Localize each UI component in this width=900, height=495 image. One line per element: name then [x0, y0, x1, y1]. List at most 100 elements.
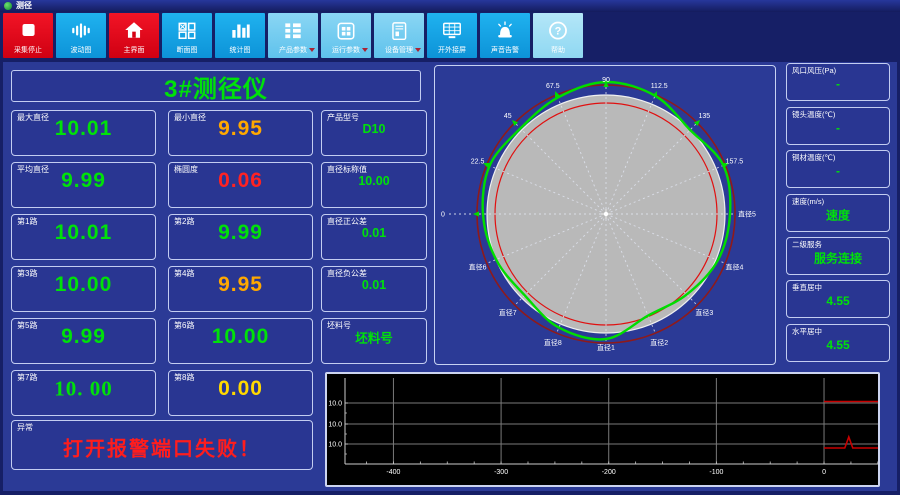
status-panel-copper-temperature: 铜材温度(℃) - — [786, 150, 890, 188]
secondary-service-value: 服务连接 — [813, 251, 862, 266]
external-screen-button[interactable]: 开外接屏 — [427, 13, 477, 58]
vertical-center-label: 垂直居中 — [792, 283, 822, 292]
help-icon: ? — [533, 13, 583, 47]
diameter-label-247.5: 直径8 — [544, 338, 562, 347]
channel-8-value: 0.00 — [218, 377, 263, 400]
grid-icon — [321, 13, 371, 47]
max-diameter-value: 10.01 — [54, 117, 113, 140]
channel-5-value: 9.99 — [61, 325, 106, 348]
siren-icon — [480, 13, 530, 47]
plus-tolerance-label: 直径正公差 — [327, 217, 367, 226]
vertical-center-value: 4.55 — [826, 294, 850, 308]
product-model-value: D10 — [362, 122, 386, 136]
alarm-cell: 异常打开报警端口失败！ — [11, 420, 313, 470]
value-cell-channel-2: 第2路 9.99 — [168, 214, 313, 260]
product-model-label: 产品型号 — [327, 113, 359, 122]
run-params-button[interactable]: 运行参数 — [321, 13, 371, 58]
channel-3-value: 10.00 — [54, 273, 113, 296]
air-pressure-label: 风口风压(Pa) — [792, 66, 837, 75]
angle-label-135: 135 — [698, 113, 710, 120]
trend-y-label-0: 10.0 — [328, 401, 342, 408]
channel-2-value: 9.99 — [218, 221, 263, 244]
collect-stop-button[interactable]: 采集停止 — [3, 13, 53, 58]
alarm-label: 异常 — [17, 423, 33, 432]
speed-value: 速度 — [825, 208, 850, 223]
window-title: 测径 — [16, 1, 32, 10]
product-params-button[interactable]: 产品参数 — [268, 13, 318, 58]
device-manage-label: 设备管理 — [385, 47, 413, 54]
trend-x-label--100: -100 — [709, 469, 723, 476]
help-label: 帮助 — [551, 47, 565, 54]
trend-x-label--200: -200 — [602, 469, 616, 476]
value-cell-ovality: 椭圆度 0.06 — [168, 162, 313, 208]
diameter-label-292.5: 直径2 — [650, 338, 668, 347]
angle-label-90: 90 — [602, 77, 610, 84]
stop-icon — [3, 13, 53, 47]
copper-temperature-value: - — [836, 164, 840, 178]
value-cell-product-model: 产品型号 D10 — [321, 110, 427, 156]
status-panel-air-pressure: 风口风压(Pa) - — [786, 63, 890, 101]
alarm-message: 打开报警端口失败！ — [63, 438, 261, 461]
section-chart-button[interactable]: 断面图 — [162, 13, 212, 58]
billet-no-value: 坯料号 — [355, 331, 393, 346]
wave-chart-label: 波动图 — [70, 47, 92, 54]
value-cell-channel-7: 第7路 10. 00 — [11, 370, 156, 416]
value-cell-plus-tolerance: 直径正公差 0.01 — [321, 214, 427, 260]
diameter-label-315: 直径3 — [695, 308, 713, 317]
titlebar: 测径 — [0, 0, 900, 12]
sound-alarm-button[interactable]: 声音告警 — [480, 13, 530, 58]
help-button[interactable]: ? 帮助 — [533, 13, 583, 58]
value-cell-channel-3: 第3路 10.00 — [11, 266, 156, 312]
min-diameter-value: 9.95 — [218, 117, 263, 140]
value-cell-max-diameter: 最大直径 10.01 — [11, 110, 156, 156]
sound-alarm-label: 声音告警 — [491, 47, 519, 54]
stats-chart-button[interactable]: 统计图 — [215, 13, 265, 58]
status-panel-vertical-center: 垂直居中 4.55 — [786, 280, 890, 318]
diameter-label-270: 直径1 — [597, 343, 615, 352]
value-cell-billet-no: 坯料号 坯料号 — [321, 318, 427, 364]
trend-x-label--300: -300 — [494, 469, 508, 476]
angle-label-157.5: 157.5 — [726, 158, 744, 165]
trend-chart-panel: 10.0 10.0 10.0 -400 -300 -200 -100 0 — [325, 372, 880, 487]
angle-label-112.5: 112.5 — [651, 83, 668, 90]
status-panel-secondary-service: 二级服务服务连接 — [786, 237, 890, 275]
cross-section-chart-panel: 0 22.5 45 67.5 90 112.5 135 157.5 直径1 直径2 直径3 直径4 直径… — [434, 65, 776, 365]
diameter-trend-chart: 10.0 10.0 10.0 -400 -300 -200 -100 0 — [328, 378, 878, 476]
channel-4-value: 9.95 — [218, 273, 263, 296]
copper-temperature-label: 铜材温度(℃) — [792, 153, 836, 162]
status-panel-horizontal-center: 水平居中 4.55 — [786, 324, 890, 362]
nominal-diameter-label: 直径标称值 — [327, 165, 367, 174]
sections-icon — [162, 13, 212, 47]
value-cell-channel-4: 第4路 9.95 — [168, 266, 313, 312]
status-panel-lens-temperature: 镜头温度(℃) - — [786, 107, 890, 145]
secondary-service-label: 二级服务 — [792, 240, 822, 249]
angle-label-22.5: 22.5 — [471, 158, 485, 165]
value-cell-minus-tolerance: 直径负公差 0.01 — [321, 266, 427, 312]
channel-1-value: 10.01 — [54, 221, 113, 244]
app-icon — [4, 2, 12, 10]
value-cell-min-diameter: 最小直径 9.95 — [168, 110, 313, 156]
main-screen-button[interactable]: 主界面 — [109, 13, 159, 58]
trend-x-label-0: 0 — [822, 469, 826, 476]
run-params-label: 运行参数 — [332, 47, 360, 54]
angle-label-45: 45 — [504, 113, 512, 120]
device-manage-button[interactable]: 设备管理 — [374, 13, 424, 58]
horizontal-center-value: 4.55 — [826, 338, 850, 352]
toolbar: 采集停止 波动图 主界面 断面图 统计图 产品参数 运行参数 设备管理 开外接屏 声音告警? 帮助 — [3, 13, 583, 58]
avg-diameter-value: 9.99 — [61, 169, 106, 192]
nominal-diameter-value: 10.00 — [358, 174, 390, 188]
value-cell-channel-6: 第6路 10.00 — [168, 318, 313, 364]
horizontal-center-label: 水平居中 — [792, 327, 822, 336]
wave-chart-button[interactable]: 波动图 — [56, 13, 106, 58]
speed-label: 速度(m/s) — [792, 197, 825, 206]
status-panel-speed: 速度(m/s) 速度 — [786, 194, 890, 232]
diameter-label-225: 直径7 — [499, 308, 517, 317]
diameter-label-0: 直径5 — [738, 210, 756, 219]
home-icon — [109, 13, 159, 47]
svg-text:?: ? — [555, 25, 562, 37]
value-cell-avg-diameter: 平均直径 9.99 — [11, 162, 156, 208]
value-cell-nominal-diameter: 直径标称值 10.00 — [321, 162, 427, 208]
cross-section-polar-chart: 0 22.5 45 67.5 90 112.5 135 157.5 直径1 直径2 直径3 直径4 直径… — [441, 77, 756, 352]
angle-label-0: 0 — [441, 212, 445, 219]
lens-temperature-value: - — [836, 121, 840, 135]
